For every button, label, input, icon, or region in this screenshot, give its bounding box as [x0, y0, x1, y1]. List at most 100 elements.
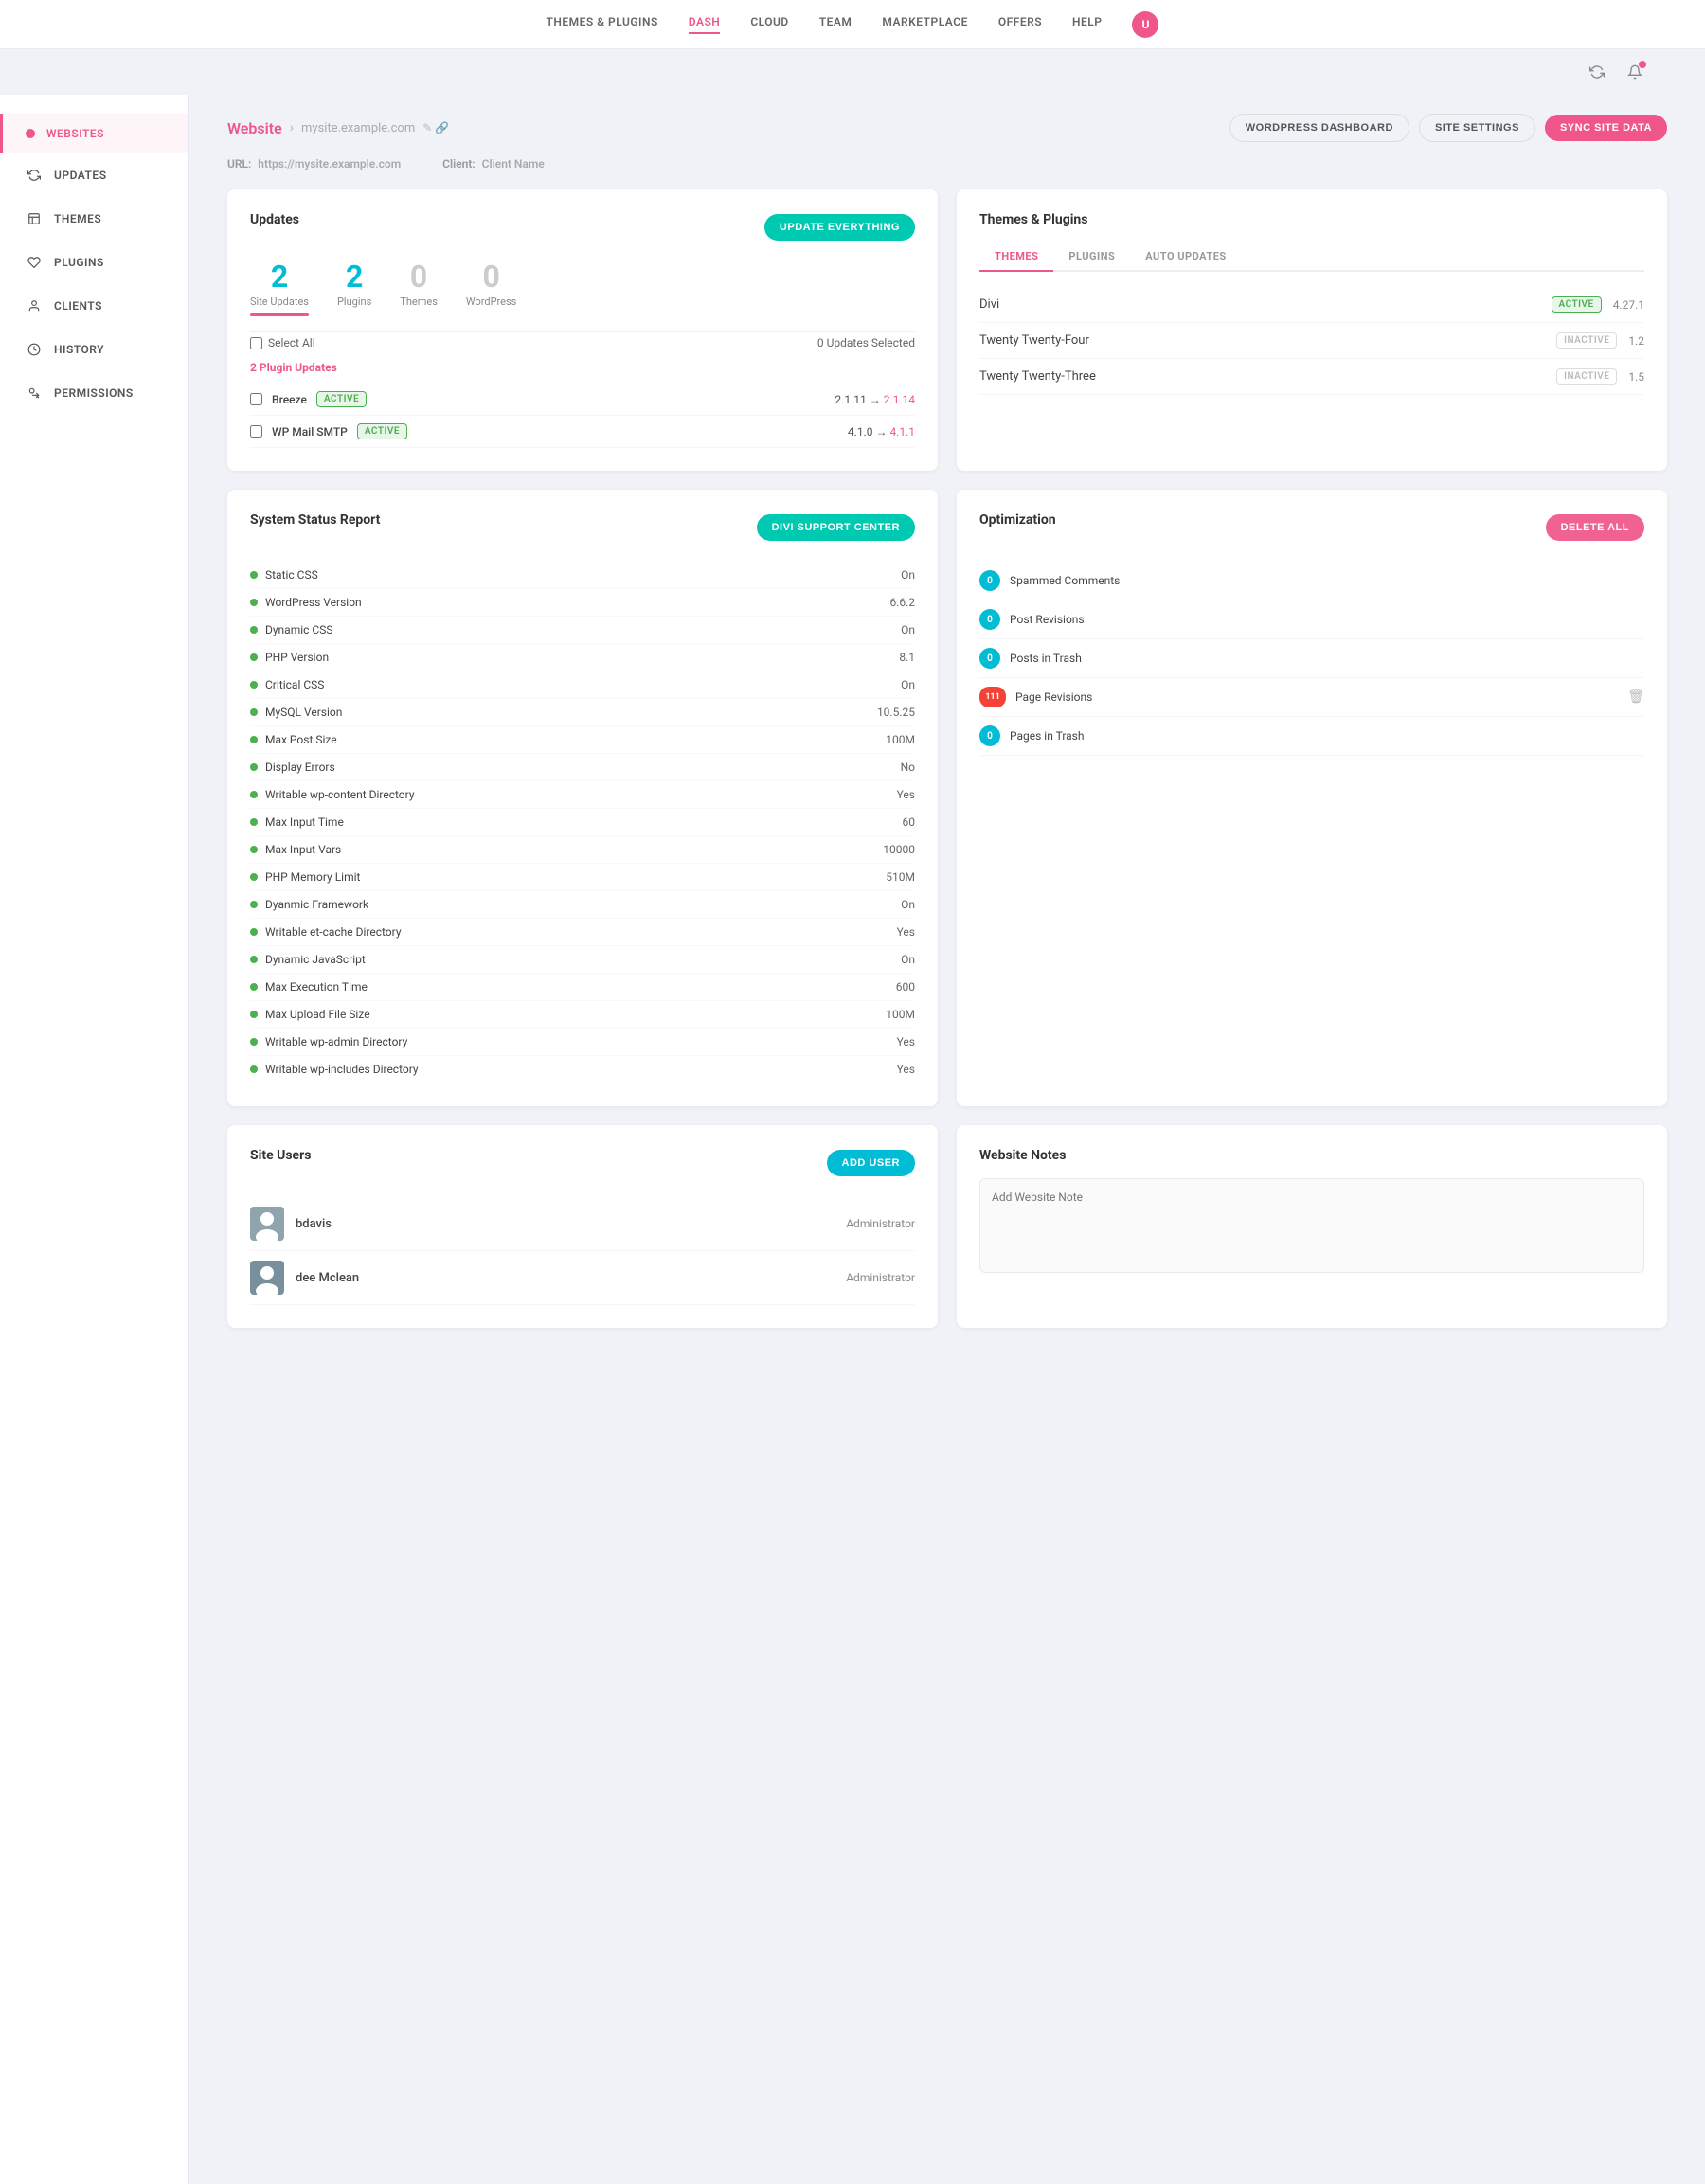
url-label: URL:	[227, 157, 251, 170]
writable-content-dot	[250, 791, 258, 798]
top-nav: Themes & Plugins Dash Cloud Team Marketp…	[0, 0, 1705, 49]
refresh-icon[interactable]	[1584, 59, 1610, 85]
nav-team[interactable]: Team	[819, 15, 852, 34]
middle-row: System Status Report Divi Support Center…	[227, 490, 1667, 1125]
writable-includes-dot	[250, 1065, 258, 1073]
sidebar-item-themes[interactable]: Themes	[0, 197, 188, 241]
nav-offers[interactable]: Offers	[998, 15, 1042, 34]
site-settings-button[interactable]: Site Settings	[1419, 114, 1535, 142]
sidebar-item-clients[interactable]: Clients	[0, 284, 188, 328]
page-revisions-trash-icon[interactable]: 🗑	[1627, 689, 1644, 705]
divi-support-center-button[interactable]: Divi Support Center	[757, 514, 915, 541]
status-display-errors: Display Errors No	[250, 754, 915, 781]
tab-themes[interactable]: Themes	[979, 242, 1053, 272]
sidebar-label-themes: Themes	[54, 212, 101, 225]
max-exec-value: 600	[896, 980, 915, 994]
header-actions: WordPress Dashboard Site Settings Sync S…	[1229, 114, 1667, 142]
theme-twentythree-status: INACTIVE	[1556, 368, 1617, 385]
update-everything-button[interactable]: Update Everything	[764, 214, 915, 241]
max-post-dot	[250, 736, 258, 743]
tab-auto-updates[interactable]: Auto Updates	[1130, 242, 1241, 272]
website-notes-title: Website Notes	[979, 1148, 1644, 1163]
plugin-wpmail-checkbox[interactable]	[250, 425, 262, 438]
max-post-value: 100M	[886, 733, 915, 746]
themes-plugins-title: Themes & Plugins	[979, 212, 1644, 227]
avatar[interactable]: U	[1132, 11, 1158, 38]
dynamic-framework-value: On	[901, 898, 915, 911]
updates-header: Updates Update Everything	[250, 212, 915, 242]
breadcrumb-separator: ›	[290, 120, 294, 135]
add-user-button[interactable]: Add User	[827, 1150, 915, 1176]
notification-icon[interactable]	[1622, 59, 1648, 85]
plugin-breeze-checkbox[interactable]	[250, 393, 262, 405]
wp-version-value: 6.6.2	[889, 596, 915, 609]
site-users-card: Site Users Add User bdavis	[227, 1125, 938, 1328]
status-max-input-vars: Max Input Vars 10000	[250, 836, 915, 864]
writable-includes-text: Writable wp-includes Directory	[265, 1063, 419, 1076]
static-css-value: On	[901, 568, 915, 582]
php-memory-value: 510M	[886, 870, 915, 884]
stats-row: 2 Site Updates 2 Plugins 0 Themes 0 W	[250, 261, 915, 316]
plugin-wpmail-status: ACTIVE	[357, 423, 407, 439]
stat-plugins: 2 Plugins	[337, 261, 371, 316]
theme-divi-name: Divi	[979, 297, 999, 312]
spammed-comments-label: 0 Spammed Comments	[979, 570, 1120, 591]
plugin-wpmail-to[interactable]: 4.1.1	[889, 425, 915, 439]
stat-num-site-updates: 2	[250, 261, 309, 292]
sidebar-item-websites[interactable]: Websites	[0, 114, 188, 153]
select-all-label[interactable]: Select All	[250, 336, 315, 349]
wp-version-text: WordPress Version	[265, 596, 362, 609]
max-exec-text: Max Execution Time	[265, 980, 368, 994]
php-memory-text: PHP Memory Limit	[265, 870, 360, 884]
writable-admin-dot	[250, 1038, 258, 1046]
system-status-header: System Status Report Divi Support Center	[250, 512, 915, 543]
clients-icon	[26, 297, 43, 314]
theme-twentythree-version: 1.5	[1628, 370, 1644, 384]
sidebar-label-permissions: Permissions	[54, 386, 134, 400]
php-dot	[250, 653, 258, 661]
tab-plugins[interactable]: Plugins	[1053, 242, 1130, 272]
website-notes-card: Website Notes	[957, 1125, 1667, 1328]
posts-in-trash-label: 0 Posts in Trash	[979, 648, 1082, 669]
themes-plugins-card: Themes & Plugins Themes Plugins Auto Upd…	[957, 189, 1667, 471]
delete-all-button[interactable]: Delete All	[1546, 514, 1644, 541]
post-revisions-text: Post Revisions	[1010, 613, 1085, 626]
nav-help[interactable]: Help	[1072, 15, 1102, 34]
themes-plugins-tabs: Themes Plugins Auto Updates	[979, 242, 1644, 272]
user-bdavis-name: bdavis	[296, 1217, 332, 1231]
website-notes-textarea[interactable]	[979, 1178, 1644, 1273]
stat-num-plugins: 2	[337, 261, 371, 292]
theme-row-divi: Divi ACTIVE 4.27.1	[979, 287, 1644, 323]
sidebar-item-updates[interactable]: Updates	[0, 153, 188, 197]
plugin-breeze-status: ACTIVE	[316, 391, 367, 407]
nav-marketplace[interactable]: Marketplace	[882, 15, 967, 34]
nav-cloud[interactable]: Cloud	[750, 15, 788, 34]
sidebar-item-plugins[interactable]: Plugins	[0, 241, 188, 284]
status-mysql: MySQL Version 10.5.25	[250, 699, 915, 726]
client-value: Client Name	[482, 157, 545, 170]
permissions-icon	[26, 385, 43, 402]
select-all-checkbox[interactable]	[250, 337, 262, 349]
opt-pages-in-trash: 0 Pages in Trash	[979, 717, 1644, 756]
wordpress-dashboard-button[interactable]: WordPress Dashboard	[1229, 114, 1409, 142]
nav-themes-plugins[interactable]: Themes & Plugins	[547, 15, 658, 34]
sidebar-item-permissions[interactable]: Permissions	[0, 371, 188, 415]
display-errors-dot	[250, 763, 258, 771]
theme-twentyfour-right: INACTIVE 1.2	[1556, 332, 1644, 349]
plugin-breeze-to[interactable]: 2.1.14	[884, 393, 915, 406]
php-memory-label: PHP Memory Limit	[250, 870, 360, 884]
page-revisions-text: Page Revisions	[1015, 690, 1092, 704]
sync-site-data-button[interactable]: Sync Site Data	[1545, 115, 1667, 141]
plugin-wpmail-version: 4.1.0 → 4.1.1	[848, 425, 915, 439]
user-bdavis-avatar	[250, 1207, 284, 1241]
status-writable-content: Writable wp-content Directory Yes	[250, 781, 915, 809]
max-upload-text: Max Upload File Size	[265, 1008, 370, 1021]
dynamic-css-text: Dynamic CSS	[265, 623, 332, 636]
sidebar-item-history[interactable]: History	[0, 328, 188, 371]
max-exec-label: Max Execution Time	[250, 980, 368, 994]
main-layout: Websites Updates Themes	[0, 95, 1705, 2184]
nav-dash[interactable]: Dash	[689, 15, 721, 34]
stat-wordpress: 0 WordPress	[466, 261, 516, 316]
pages-in-trash-label: 0 Pages in Trash	[979, 725, 1084, 746]
user-dee-role: Administrator	[846, 1271, 915, 1284]
